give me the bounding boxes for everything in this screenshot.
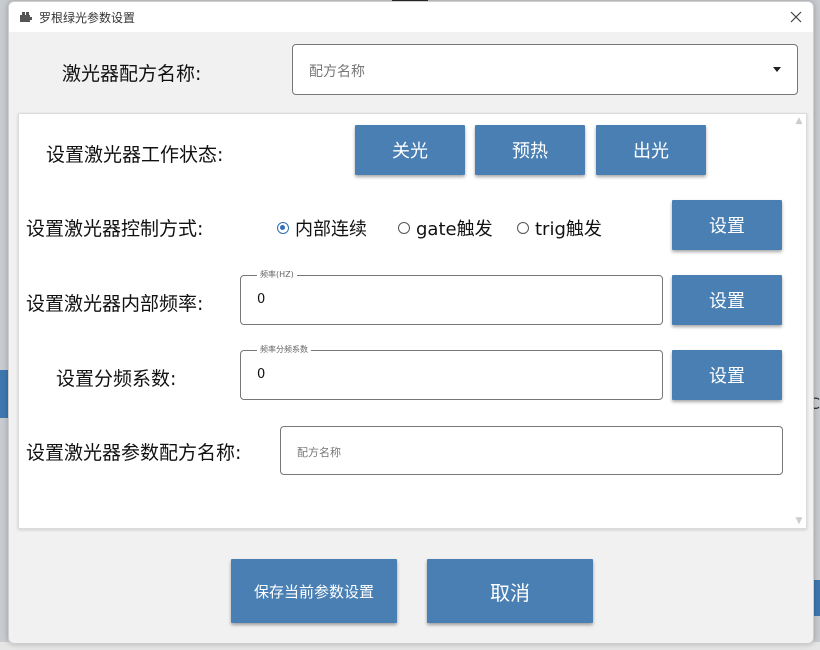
radio-gate-trigger[interactable]: gate触发 [398,215,493,241]
radio-label: trig触发 [535,219,602,240]
radio-unselected-icon [398,222,410,234]
param-recipe-input[interactable]: 配方名称 [280,426,783,475]
radio-unselected-icon [517,222,529,234]
set-division-button[interactable]: 设置 [672,350,782,400]
close-icon [790,11,802,23]
frequency-field-legend: 频率(HZ) [257,270,297,280]
control-mode-label: 设置激光器控制方式: [26,218,204,240]
chevron-down-icon[interactable] [773,67,781,72]
recipe-name-combobox[interactable]: 配方名称 [292,44,798,95]
set-control-mode-button[interactable]: 设置 [672,200,782,250]
division-value: 0 [257,367,266,382]
laser-settings-dialog: 罗根绿光参数设置 激光器配方名称: 配方名称 ▲ ▼ 设置激光器工作状态: 关光… [8,1,814,644]
preheat-button[interactable]: 预热 [475,125,585,175]
param-recipe-label: 设置激光器参数配方名称: [26,442,242,464]
radio-internal-continuous[interactable]: 内部连续 [277,215,367,241]
cancel-button[interactable]: 取消 [427,559,593,623]
emit-button[interactable]: 出光 [596,125,706,175]
laser-off-button[interactable]: 关光 [355,125,465,175]
recipe-name-label: 激光器配方名称: [62,63,202,85]
radio-trig-trigger[interactable]: trig触发 [517,215,602,241]
work-state-label: 设置激光器工作状态: [46,144,224,166]
radio-label: 内部连续 [295,219,367,240]
frequency-value: 0 [257,292,266,307]
set-frequency-button[interactable]: 设置 [672,275,782,325]
radio-label: gate触发 [416,219,493,240]
app-icon [20,12,32,22]
close-button[interactable] [783,6,809,28]
title-bar: 罗根绿光参数设置 [9,2,813,32]
scroll-down-arrow-icon[interactable]: ▼ [794,516,804,526]
save-settings-button[interactable]: 保存当前参数设置 [231,559,397,623]
param-recipe-placeholder: 配方名称 [297,446,341,459]
scroll-up-arrow-icon[interactable]: ▲ [794,116,804,126]
division-input[interactable]: 频率分频系数 0 [240,345,663,400]
window-title: 罗根绿光参数设置 [39,11,136,25]
recipe-name-placeholder: 配方名称 [309,64,365,80]
frequency-input[interactable]: 频率(HZ) 0 [240,270,663,325]
division-field-legend: 频率分频系数 [257,345,311,355]
frequency-label: 设置激光器内部频率: [26,293,204,315]
division-label: 设置分频系数: [56,368,177,390]
radio-selected-icon [277,222,289,234]
